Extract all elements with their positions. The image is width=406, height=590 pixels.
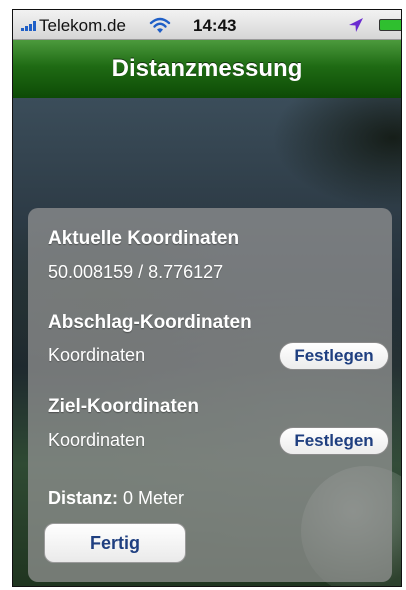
phone-screen: Telekom.de 14:43 Distanzmessung Aktuelle… xyxy=(12,9,402,587)
done-button[interactable]: Fertig xyxy=(44,523,186,563)
distance-readout: Distanz: 0 Meter xyxy=(48,488,184,509)
location-arrow-icon xyxy=(349,18,363,32)
status-time: 14:43 xyxy=(193,16,237,35)
wifi-icon xyxy=(149,17,171,33)
distance-label: Distanz: xyxy=(48,488,119,508)
page-title: Distanzmessung xyxy=(111,55,303,82)
battery-icon xyxy=(379,19,401,31)
coordinates-panel: Aktuelle Koordinaten 50.008159 / 8.77612… xyxy=(28,208,392,582)
set-tee-button[interactable]: Festlegen xyxy=(279,342,389,370)
target-coordinates-value: Koordinaten xyxy=(48,430,146,450)
status-bar: Telekom.de 14:43 xyxy=(13,10,401,40)
tee-coordinates-heading: Abschlag-Koordinaten xyxy=(48,312,252,333)
set-target-button[interactable]: Festlegen xyxy=(279,427,389,455)
current-coordinates-value: 50.008159 / 8.776127 xyxy=(48,262,224,282)
navigation-bar: Distanzmessung xyxy=(13,40,401,99)
tee-coordinates-value: Koordinaten xyxy=(48,345,146,365)
current-coordinates-heading: Aktuelle Koordinaten xyxy=(48,228,240,249)
distance-value: 0 Meter xyxy=(123,488,185,508)
carrier-name: Telekom.de xyxy=(39,16,126,35)
signal-icon xyxy=(21,21,39,31)
target-coordinates-heading: Ziel-Koordinaten xyxy=(48,396,199,417)
